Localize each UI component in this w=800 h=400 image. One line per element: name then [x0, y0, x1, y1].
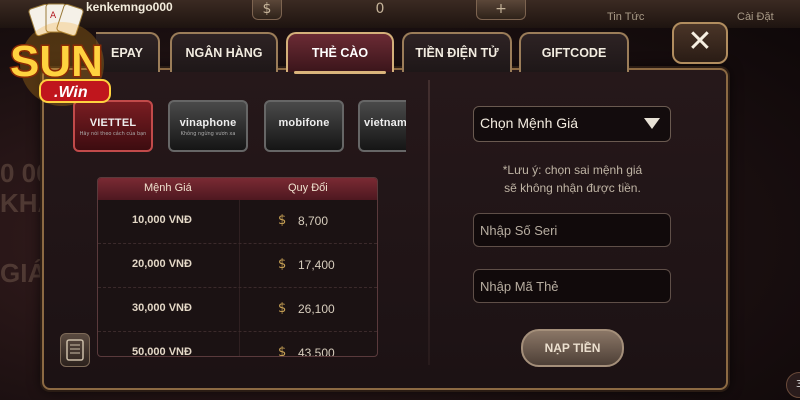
carrier-label: vinaphone: [179, 117, 237, 129]
row-amount: 10,000 VNĐ: [132, 214, 192, 226]
carrier-label: vietnam: [364, 117, 406, 129]
row-amount: 50,000 VNĐ: [132, 346, 192, 357]
rate-table: Mệnh Giá Quy Đổi 10,000 VNĐ $ 8,700 20,0…: [97, 177, 378, 357]
carrier-mobifone[interactable]: mobifone: [264, 100, 344, 152]
close-button[interactable]: ✕: [672, 22, 728, 64]
svg-text:A: A: [50, 11, 57, 21]
coin-icon: $: [278, 257, 287, 272]
row-amount: 20,000 VNĐ: [132, 258, 192, 270]
denomination-select[interactable]: Chọn Mệnh Giá: [473, 106, 671, 142]
add-funds-button[interactable]: +: [476, 0, 526, 20]
carrier-tagline: Không ngừng vươn xa: [180, 131, 236, 137]
card-pin-input[interactable]: [473, 269, 671, 303]
svg-text:SUN: SUN: [10, 37, 103, 86]
table-row: 10,000 VNĐ $ 8,700: [98, 200, 377, 244]
row-value: 8,700: [298, 214, 329, 228]
carrier-label: VIETTEL: [89, 117, 137, 129]
tab-scratch-card[interactable]: THẺ CÀO: [286, 32, 394, 74]
chevron-down-icon: [644, 118, 660, 129]
balance-display: 0: [375, 1, 385, 17]
tab-giftcode[interactable]: GIFTCODE: [519, 32, 629, 72]
tab-bank[interactable]: NGÂN HÀNG: [170, 32, 278, 72]
settings-button[interactable]: Cài Đặt: [737, 11, 774, 23]
svg-text:.Win: .Win: [54, 84, 88, 101]
tab-crypto[interactable]: TIỀN ĐIỆN TỬ: [402, 32, 512, 72]
select-label: Chọn Mệnh Giá: [480, 115, 579, 131]
coin-icon: $: [278, 301, 287, 316]
carrier-vietnamobile[interactable]: vietnam: [358, 100, 406, 152]
serial-input[interactable]: [473, 213, 671, 247]
news-button[interactable]: Tin Tức: [607, 11, 644, 23]
carrier-tagline: Hãy nói theo cách của bạn: [79, 131, 147, 137]
carrier-vinaphone[interactable]: vinaphone Không ngừng vươn xa: [168, 100, 248, 152]
table-row: 30,000 VNĐ $ 26,100: [98, 288, 377, 332]
rate-table-header: Mệnh Giá Quy Đổi: [98, 178, 377, 200]
warning-note: *Lưu ý: chọn sai mệnh giá sẽ không nhận …: [502, 163, 643, 195]
close-icon: ✕: [687, 24, 713, 59]
row-value: 43,500: [298, 346, 335, 357]
column-header-denomination: Mệnh Giá: [144, 182, 192, 194]
row-value: 26,100: [298, 302, 335, 316]
recharge-button[interactable]: NẠP TIỀN: [521, 329, 624, 367]
row-amount: 30,000 VNĐ: [132, 302, 192, 314]
history-icon[interactable]: [60, 333, 90, 367]
column-header-conversion: Quy Đổi: [288, 182, 328, 194]
coin-icon: $: [278, 345, 287, 357]
sunwin-logo: A SUN .Win: [4, 2, 122, 112]
table-row: 20,000 VNĐ $ 17,400: [98, 244, 377, 288]
currency-icon: $: [252, 0, 282, 20]
table-row: 50,000 VNĐ $ 43,500: [98, 332, 377, 357]
coin-icon: $: [278, 213, 287, 228]
row-value: 17,400: [298, 258, 335, 272]
corner-badge[interactable]: 3: [786, 372, 800, 398]
panel-divider: [428, 80, 430, 365]
carrier-label: mobifone: [278, 117, 330, 129]
